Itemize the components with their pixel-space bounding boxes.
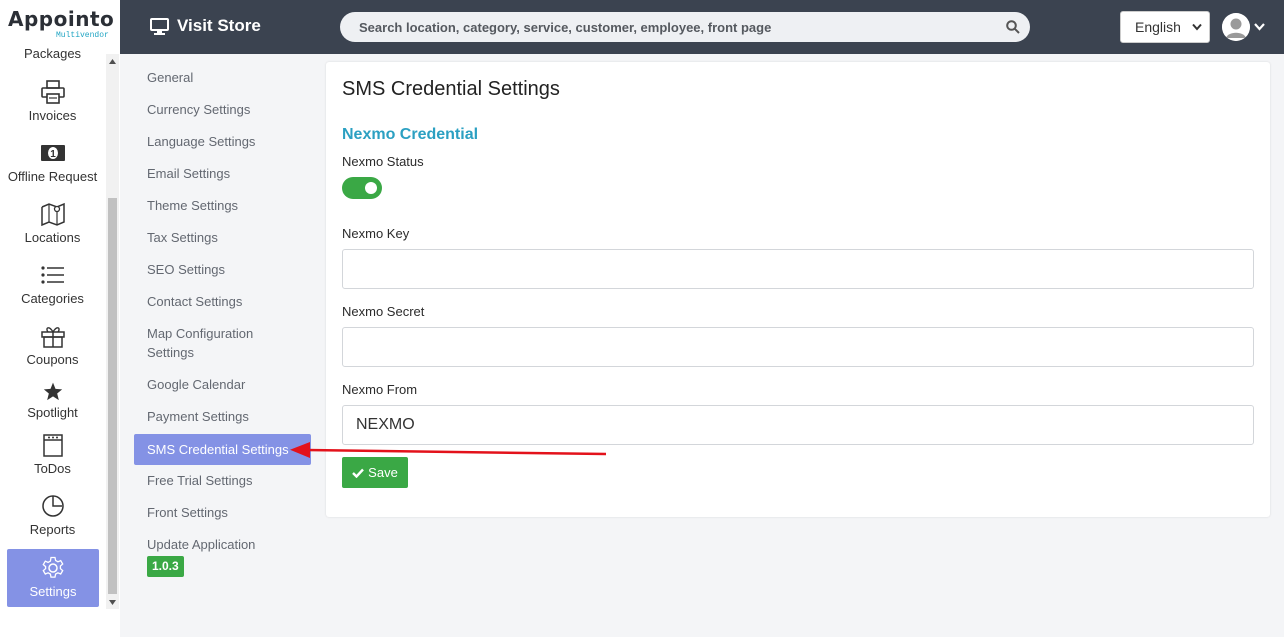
money-icon: 1 [40,145,65,161]
gift-icon [40,327,65,348]
sidebar-scroll-thumb[interactable] [108,198,117,594]
top-bar: Appointo Multivendor Visit Store English [0,0,1284,54]
language-value: English [1135,19,1181,35]
avatar[interactable] [1222,13,1250,41]
search-input[interactable] [340,12,1030,42]
star-icon [43,382,62,401]
settings-item-contact[interactable]: Contact Settings [134,292,311,311]
nexmo-key-label: Nexmo Key [342,226,410,241]
nexmo-secret-label: Nexmo Secret [342,304,425,319]
chevron-down-icon [1192,23,1202,31]
nav-item-label: Packages [23,46,82,61]
nav-item-label: ToDos [34,461,71,476]
nav-item-invoices[interactable]: Invoices [0,80,105,123]
settings-item-tax[interactable]: Tax Settings [134,228,311,247]
nav-item-settings[interactable]: Settings [7,549,99,607]
pie-chart-icon [41,495,64,517]
version-badge: 1.0.3 [147,556,184,577]
section-title: Nexmo Credential [342,126,479,143]
visit-store-link[interactable]: Visit Store [150,16,261,36]
nav-item-coupons[interactable]: Coupons [0,324,105,367]
settings-item-google-calendar[interactable]: Google Calendar [134,375,311,394]
settings-item-label: Update Application [147,537,256,552]
scroll-up-icon[interactable] [108,58,117,66]
settings-menu: General Currency Settings Language Setti… [120,54,325,637]
nav-item-label: Invoices [28,108,77,123]
nexmo-status-toggle[interactable] [342,177,382,199]
logo-text: Appointo [8,7,115,31]
nav-item-label: Spotlight [27,405,78,420]
left-sidebar: Packages Invoices 1 Offline Request Loca… [0,46,120,637]
settings-item-currency[interactable]: Currency Settings [134,100,311,119]
settings-item-payment[interactable]: Payment Settings [134,407,311,426]
search-icon[interactable] [1006,20,1020,34]
nexmo-secret-input[interactable] [342,327,1254,367]
settings-item-email[interactable]: Email Settings [134,164,311,183]
printer-icon [40,80,65,104]
nav-item-label: Coupons [26,352,79,367]
nav-item-reports[interactable]: Reports [0,494,105,537]
check-icon [352,468,365,478]
settings-item-update-application[interactable]: Update Application 1.0.3 [134,535,311,577]
monitor-icon [150,17,169,35]
notepad-icon [42,434,63,457]
nav-item-packages[interactable]: Packages [0,46,105,61]
settings-item-theme[interactable]: Theme Settings [134,196,311,215]
settings-item-seo[interactable]: SEO Settings [134,260,311,279]
chevron-down-icon[interactable] [1254,22,1265,31]
map-icon [40,202,65,226]
logo-tagline: Multivendor [56,31,109,40]
search-bar [340,12,1030,42]
visit-store-label: Visit Store [177,16,261,35]
scroll-down-icon[interactable] [108,598,117,606]
annotation-arrow [290,442,607,458]
nav-item-offline-request[interactable]: 1 Offline Request [0,141,105,184]
gear-icon [42,556,64,578]
nav-item-label: Settings [29,584,77,599]
nav-item-spotlight[interactable]: Spotlight [0,381,105,420]
toggle-knob [365,182,377,194]
nexmo-key-input[interactable] [342,249,1254,289]
page-title: SMS Credential Settings [342,78,560,100]
settings-item-language[interactable]: Language Settings [134,132,311,151]
settings-item-map-configuration[interactable]: Map Configuration Settings [134,324,284,362]
nav-item-label: Offline Request [7,169,98,184]
user-icon [1222,13,1250,41]
settings-item-front[interactable]: Front Settings [134,503,311,522]
nexmo-status-label: Nexmo Status [342,154,424,169]
svg-text:1: 1 [50,149,56,160]
settings-item-free-trial[interactable]: Free Trial Settings [134,471,311,490]
language-select[interactable]: English [1120,11,1210,43]
save-button-label: Save [368,465,398,480]
nav-item-label: Reports [29,522,76,537]
nav-item-todos[interactable]: ToDos [0,433,105,476]
list-icon [40,266,64,284]
nexmo-from-label: Nexmo From [342,382,418,397]
nav-item-categories[interactable]: Categories [0,263,105,306]
nav-item-locations[interactable]: Locations [0,202,105,245]
nav-item-label: Categories [21,291,84,306]
nav-item-label: Locations [24,230,81,245]
settings-item-general[interactable]: General [134,68,311,87]
